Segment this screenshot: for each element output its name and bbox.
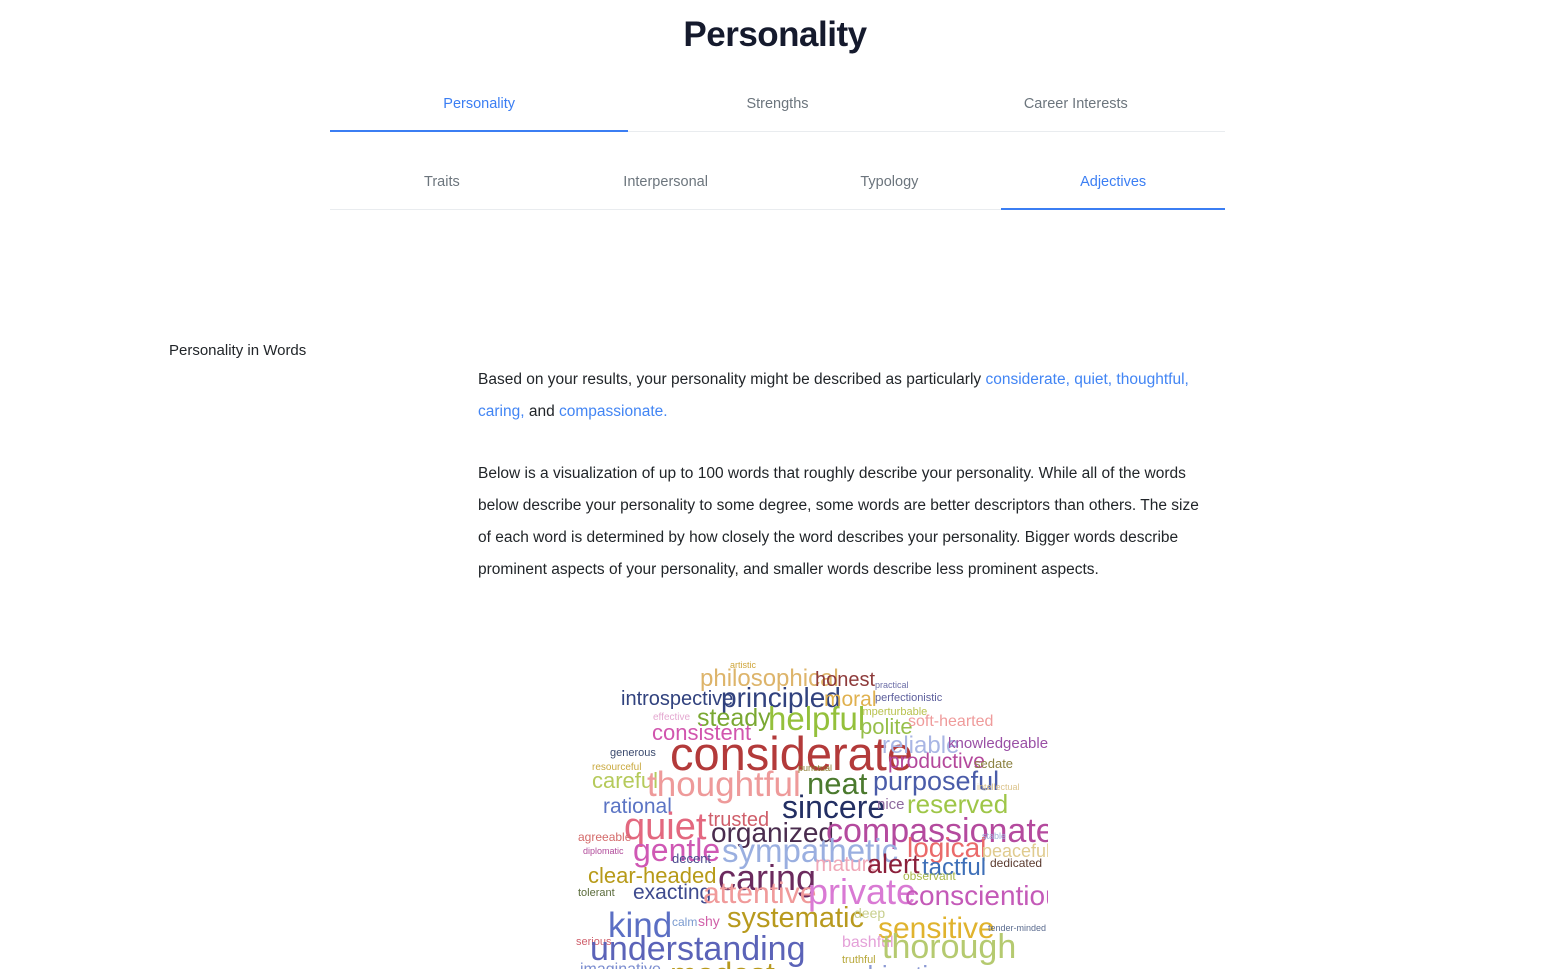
paragraph-summary-mid: and — [524, 403, 560, 420]
word-cloud-term: agreeable — [578, 830, 632, 844]
secondary-tab-typology[interactable]: Typology — [778, 160, 1002, 210]
word-cloud-term: modest — [670, 958, 775, 969]
secondary-tab-traits[interactable]: Traits — [330, 160, 554, 210]
section-body-copy: Based on your results, your personality … — [478, 364, 1208, 586]
word-cloud-term: generous — [610, 747, 656, 759]
word-cloud-term: shy — [698, 913, 720, 929]
page-title: Personality — [683, 15, 867, 54]
word-cloud-term: knowledgeable — [948, 735, 1048, 752]
word-cloud-term: conscientious — [905, 880, 1048, 911]
word-cloud-term: diplomatic — [583, 846, 624, 856]
word-cloud-term: objective — [853, 962, 956, 969]
word-cloud-term: soft-hearted — [908, 713, 994, 730]
word-cloud-term: calm — [672, 915, 698, 929]
section-label-personality-in-words: Personality in Words — [169, 342, 307, 359]
secondary-tab-bar: Traits Interpersonal Typology Adjectives — [330, 160, 1225, 210]
word-cloud-term: dedicated — [990, 856, 1043, 870]
primary-tab-career-interests[interactable]: Career Interests — [927, 82, 1225, 132]
word-cloud-term: imaginative — [580, 962, 661, 969]
word-cloud-term: tolerant — [578, 887, 615, 899]
word-cloud-term: nice — [877, 796, 905, 813]
word-cloud-term: systematic — [727, 902, 864, 934]
secondary-tab-adjectives[interactable]: Adjectives — [1001, 160, 1225, 210]
primary-tab-strengths[interactable]: Strengths — [628, 82, 926, 132]
primary-tab-bar: Personality Strengths Career Interests — [330, 82, 1225, 132]
word-cloud-term: exacting — [633, 881, 712, 904]
paragraph-summary-prefix: Based on your results, your personality … — [478, 371, 986, 388]
word-cloud-term: practical — [875, 680, 909, 690]
word-cloud-term: stable — [982, 831, 1007, 841]
personality-word-cloud: artistic philosophical honest practical intr… — [570, 652, 1048, 969]
personality-report-page: Personality Personality Strengths Career I… — [0, 0, 1550, 969]
secondary-tab-interpersonal[interactable]: Interpersonal — [554, 160, 778, 210]
word-cloud-term: thorough — [882, 928, 1017, 966]
highlight-last-adjective-link[interactable]: compassionate. — [559, 403, 668, 420]
paragraph-explanation: Below is a visualization of up to 100 wo… — [478, 465, 1199, 578]
paragraph-summary: Based on your results, your personality … — [478, 364, 1208, 428]
word-cloud-term: perfectionistic — [875, 692, 943, 704]
primary-tab-personality[interactable]: Personality — [330, 82, 629, 132]
